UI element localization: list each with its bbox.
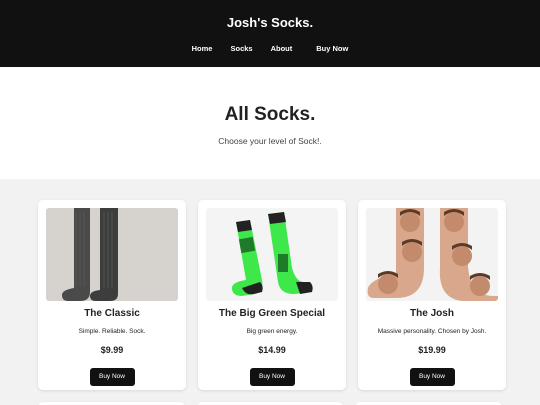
- product-card-josh: The Josh Massive personality. Chosen by …: [358, 200, 506, 390]
- product-image-josh: [366, 208, 498, 301]
- product-card-big-green: The Big Green Special Big green energy. …: [198, 200, 346, 390]
- green-sock-image: [206, 208, 338, 301]
- grey-sock-image: [46, 208, 178, 301]
- product-name: The Big Green Special: [218, 308, 326, 319]
- product-name: The Josh: [410, 308, 454, 319]
- page-subtitle: Choose your level of Sock!.: [218, 136, 322, 146]
- product-image-classic: [46, 208, 178, 301]
- product-description: Simple. Reliable. Sock.: [78, 328, 146, 335]
- product-price: $14.99: [258, 345, 286, 355]
- brand-title[interactable]: Josh's Socks.: [0, 0, 540, 31]
- product-price: $19.99: [418, 345, 446, 355]
- buy-now-button-big-green[interactable]: Buy Now: [249, 368, 295, 386]
- buy-now-button-classic[interactable]: Buy Now: [89, 368, 135, 386]
- product-description: Big green energy.: [246, 328, 298, 335]
- product-grid-next-row: [0, 390, 540, 405]
- product-image-big-green: [206, 208, 338, 301]
- nav-about-link[interactable]: About: [271, 44, 293, 54]
- product-grid: The Classic Simple. Reliable. Sock. $9.9…: [0, 179, 540, 390]
- product-card-classic: The Classic Simple. Reliable. Sock. $9.9…: [38, 200, 186, 390]
- product-name: The Classic: [84, 308, 140, 319]
- page-title: All Socks.: [224, 104, 316, 125]
- nav-home-link[interactable]: Home: [192, 44, 213, 54]
- hero-section: All Socks. Choose your level of Sock!.: [0, 67, 540, 179]
- buy-now-button-josh[interactable]: Buy Now: [409, 368, 455, 386]
- site-header: Josh's Socks. Home Socks About Buy Now: [0, 0, 540, 67]
- nav-buy-now-link[interactable]: Buy Now: [316, 44, 348, 54]
- product-price: $9.99: [100, 345, 124, 355]
- face-sock-image: [366, 208, 498, 301]
- main-nav: Home Socks About Buy Now: [0, 44, 540, 54]
- product-description: Massive personality. Chosen by Josh.: [377, 328, 487, 335]
- nav-socks-link[interactable]: Socks: [230, 44, 252, 54]
